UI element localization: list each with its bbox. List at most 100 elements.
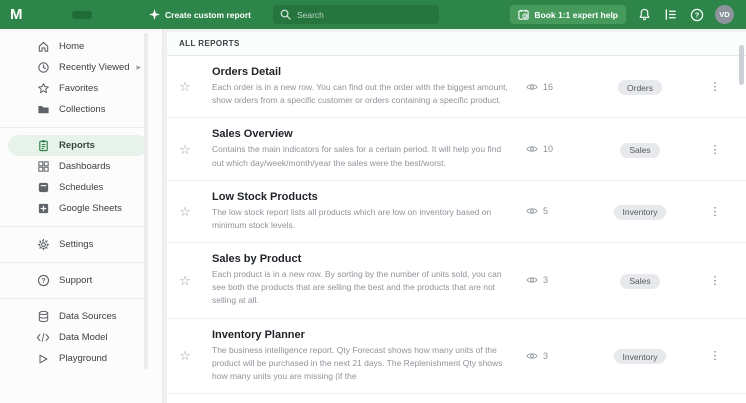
reports-icon — [36, 139, 50, 152]
sidebar-item-label: Collections — [59, 104, 105, 115]
eye-icon — [526, 206, 538, 216]
report-text: Inventory Planner The business intellige… — [212, 329, 526, 384]
sidebar-item[interactable]: Recently Viewed ▸ — [8, 57, 148, 78]
top-nav-item[interactable] — [46, 11, 66, 19]
report-tag[interactable]: Inventory — [614, 205, 667, 220]
tag-wrap: Sales — [588, 140, 692, 158]
favorite-star-icon[interactable]: ☆ — [177, 205, 193, 218]
sidebar-item[interactable]: Data Model — [8, 327, 148, 348]
sidebar-item-label: Data Model — [59, 332, 108, 343]
user-avatar[interactable]: VD — [715, 5, 734, 24]
database-icon — [36, 310, 50, 323]
create-custom-report-label: Create custom report — [165, 10, 251, 20]
report-title[interactable]: Sales by Product — [212, 253, 514, 265]
history-icon — [36, 61, 50, 74]
sidebar-item[interactable]: ? Support — [8, 270, 148, 291]
report-tag[interactable]: Sales — [620, 274, 659, 289]
search-box[interactable] — [273, 5, 439, 24]
report-row[interactable]: ☆ Inventory Planner The business intelli… — [167, 319, 746, 395]
report-text: Sales Overview Contains the main indicat… — [212, 128, 526, 169]
calendar-icon — [518, 9, 529, 20]
report-row[interactable]: ☆ Orders Detail Each order is in a new r… — [167, 56, 746, 118]
sidebar-item-label: Support — [59, 275, 92, 286]
main-scrollbar-thumb[interactable] — [739, 45, 744, 85]
sidebar: Home Recently Viewed ▸ Favorites Collect… — [0, 29, 163, 403]
report-tag[interactable]: Orders — [618, 80, 662, 95]
sidebar-item[interactable]: Home — [8, 36, 148, 57]
view-count: 5 — [543, 206, 548, 216]
sidebar-item[interactable]: Google Sheets — [8, 198, 148, 219]
kebab-menu-button[interactable]: ⋮ — [692, 205, 738, 218]
sidebar-item[interactable]: Reports — [8, 135, 148, 156]
kebab-menu-button[interactable]: ⋮ — [692, 274, 738, 287]
report-text: Sales by Product Each product is in a ne… — [212, 253, 526, 308]
sidebar-item-label: Recently Viewed — [59, 62, 130, 73]
eye-icon — [526, 144, 538, 154]
create-custom-report-button[interactable]: Create custom report — [148, 9, 251, 21]
report-title[interactable]: Inventory Planner — [212, 329, 514, 341]
sidebar-item[interactable]: Playground — [8, 348, 148, 369]
report-description: Each product is in a new row. By sorting… — [212, 268, 514, 308]
report-views: 5 — [526, 206, 588, 216]
report-views: 3 — [526, 275, 588, 285]
sidebar-item-label: Settings — [59, 239, 93, 250]
sidebar-item-label: Google Sheets — [59, 203, 122, 214]
sidebar-item-label: Favorites — [59, 83, 98, 94]
report-title[interactable]: Low Stock Products — [212, 191, 514, 203]
topbar: M Create custom report Book 1:1 expert h… — [0, 0, 746, 29]
sidebar-item-label: Playground — [59, 353, 107, 364]
sidebar-item-label: Reports — [59, 140, 95, 151]
help-icon[interactable]: ? — [689, 7, 704, 22]
sidebar-item[interactable]: Schedules — [8, 177, 148, 198]
report-views: 3 — [526, 351, 588, 361]
changelog-icon[interactable] — [663, 7, 678, 22]
report-tag[interactable]: Inventory — [614, 349, 667, 364]
topbar-right: Book 1:1 expert help ? VD — [510, 5, 734, 24]
report-row[interactable]: ☆ Sales Overview Contains the main indic… — [167, 118, 746, 180]
report-tag[interactable]: Sales — [620, 143, 659, 158]
report-row[interactable]: ☆ Low Stock Products The low stock repor… — [167, 181, 746, 243]
top-nav-item[interactable] — [72, 11, 92, 19]
page-title: ALL REPORTS — [167, 32, 746, 56]
sidebar-divider — [0, 298, 146, 299]
notifications-bell-icon[interactable] — [637, 7, 652, 22]
sidebar-item[interactable]: Dashboards — [8, 156, 148, 177]
app-logo[interactable]: M — [10, 6, 22, 23]
report-text: Low Stock Products The low stock report … — [212, 191, 526, 232]
kebab-menu-button[interactable]: ⋮ — [692, 80, 738, 93]
report-views: 16 — [526, 82, 588, 92]
report-views: 10 — [526, 144, 588, 154]
book-expert-help-button[interactable]: Book 1:1 expert help — [510, 5, 626, 24]
favorite-star-icon[interactable]: ☆ — [177, 349, 193, 362]
favorite-star-icon[interactable]: ☆ — [177, 143, 193, 156]
sidebar-item[interactable]: Collections — [8, 99, 148, 120]
settings-gear-icon — [36, 238, 50, 251]
view-count: 16 — [543, 82, 553, 92]
tag-wrap: Sales — [588, 271, 692, 289]
report-row[interactable]: ☆ Sales by Product Each product is in a … — [167, 243, 746, 319]
sidebar-item[interactable]: Favorites — [8, 78, 148, 99]
search-input[interactable] — [297, 10, 432, 20]
kebab-menu-button[interactable]: ⋮ — [692, 143, 738, 156]
sidebar-divider — [0, 127, 146, 128]
schedules-icon — [36, 181, 50, 194]
favorite-star-icon[interactable]: ☆ — [177, 274, 193, 287]
sidebar-divider — [0, 262, 146, 263]
kebab-menu-button[interactable]: ⋮ — [692, 349, 738, 362]
home-icon — [36, 40, 50, 53]
favorite-star-icon[interactable]: ☆ — [177, 80, 193, 93]
play-icon — [36, 353, 50, 365]
sidebar-item[interactable]: Settings — [8, 234, 148, 255]
support-help-icon: ? — [36, 274, 50, 287]
report-title[interactable]: Sales Overview — [212, 128, 514, 140]
report-description: The low stock report lists all products … — [212, 206, 514, 232]
report-title[interactable]: Orders Detail — [212, 66, 514, 78]
sidebar-item[interactable]: Data Sources — [8, 306, 148, 327]
search-icon — [280, 9, 291, 20]
report-row[interactable]: ☆ Inventory by Location Inventory pivote… — [167, 394, 746, 403]
eye-icon — [526, 82, 538, 92]
sidebar-scrollbar-thumb[interactable] — [144, 33, 148, 369]
top-nav-item[interactable] — [98, 11, 118, 19]
eye-icon — [526, 275, 538, 285]
tag-wrap: Inventory — [588, 202, 692, 220]
